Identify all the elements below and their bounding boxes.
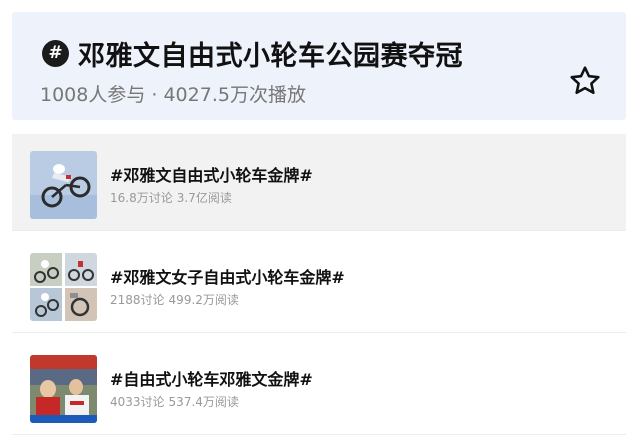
topic-item-3[interactable]: #自由式小轮车邓雅文金牌# 4033讨论 537.4万阅读 bbox=[12, 338, 626, 435]
topic-item-meta: 16.8万讨论 3.7亿阅读 bbox=[110, 189, 232, 206]
topic-thumbnail bbox=[30, 355, 97, 423]
topic-stats: 1008人参与 · 4027.5万次播放 bbox=[40, 84, 306, 106]
topic-item-title[interactable]: #邓雅文女子自由式小轮车金牌# bbox=[110, 264, 345, 288]
topic-item-1[interactable]: #邓雅文自由式小轮车金牌# 16.8万讨论 3.7亿阅读 bbox=[12, 134, 626, 231]
topic-item-meta: 4033讨论 537.4万阅读 bbox=[110, 393, 239, 410]
topic-item-title[interactable]: #自由式小轮车邓雅文金牌# bbox=[110, 366, 313, 390]
read-count: 3.7亿阅读 bbox=[176, 191, 232, 205]
read-count: 499.2万阅读 bbox=[168, 293, 239, 307]
topic-item-meta: 2188讨论 499.2万阅读 bbox=[110, 291, 239, 308]
topic-item-2[interactable]: #邓雅文女子自由式小轮车金牌# 2188讨论 499.2万阅读 bbox=[12, 236, 626, 333]
topic-item-title[interactable]: #邓雅文自由式小轮车金牌# bbox=[110, 162, 313, 186]
discussion-count: 16.8万讨论 bbox=[110, 191, 173, 205]
star-outline-icon[interactable] bbox=[568, 64, 602, 98]
topic-title: 邓雅文自由式小轮车公园赛夺冠 bbox=[78, 41, 463, 72]
topic-thumbnail bbox=[30, 253, 97, 321]
discussion-count: 2188讨论 bbox=[110, 293, 165, 307]
topic-list: #邓雅文自由式小轮车金牌# 16.8万讨论 3.7亿阅读 #邓雅文女子自由式小轮… bbox=[12, 134, 626, 435]
read-count: 537.4万阅读 bbox=[168, 395, 239, 409]
hashtag-icon: # bbox=[42, 40, 69, 67]
discussion-count: 4033讨论 bbox=[110, 395, 165, 409]
topic-thumbnail bbox=[30, 151, 97, 219]
topic-header: # 邓雅文自由式小轮车公园赛夺冠 1008人参与 · 4027.5万次播放 bbox=[12, 12, 626, 120]
